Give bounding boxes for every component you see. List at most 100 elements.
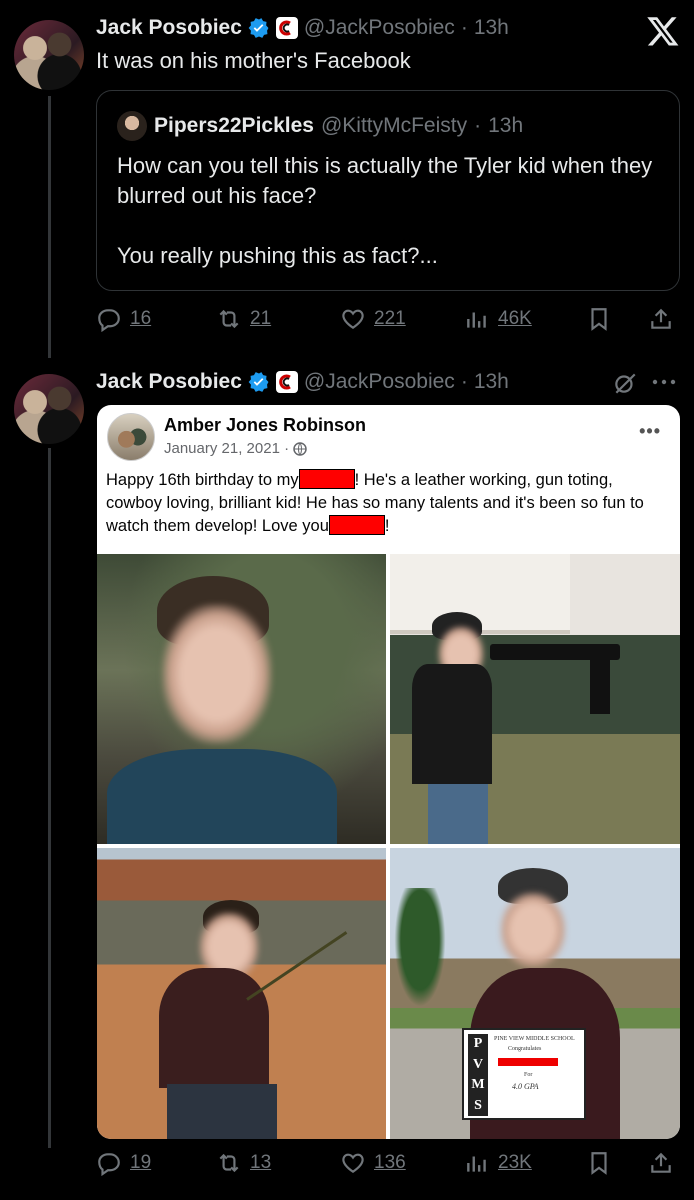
like-count: 221 xyxy=(374,308,406,329)
quote-author-name: Pipers22Pickles xyxy=(154,114,314,137)
reply-icon xyxy=(98,1153,120,1176)
embedded-image[interactable]: Amber Jones Robinson January 21, 2021 · … xyxy=(97,405,680,1139)
post-time[interactable]: 13h xyxy=(474,370,509,394)
thread-line xyxy=(48,96,51,358)
post-text: It was on his mother's Facebook xyxy=(96,48,411,73)
view-count: 46K xyxy=(498,308,532,329)
quoted-post[interactable]: Pipers22Pickles @KittyMcFeisty · 13h How c… xyxy=(96,90,680,291)
redaction-box xyxy=(498,1058,558,1066)
separator: · xyxy=(460,370,468,393)
views-button[interactable]: 46K xyxy=(464,306,532,332)
quote-time: 13h xyxy=(488,114,524,137)
certificate-gpa: 4.0 GPA xyxy=(512,1082,539,1091)
repost-button[interactable]: 13 xyxy=(216,1150,271,1176)
reply-button[interactable]: 16 xyxy=(96,306,151,332)
fb-text-part: Happy 16th birthday to my xyxy=(106,471,299,489)
repost-icon xyxy=(219,1153,239,1173)
author-handle[interactable]: @JackPosobiec xyxy=(304,16,455,40)
quote-line: How can you tell this is actually the Ty… xyxy=(117,153,653,208)
separator: · xyxy=(474,114,482,137)
fb-text-part: ! xyxy=(384,517,390,535)
facebook-avatar xyxy=(107,413,155,461)
views-icon xyxy=(467,312,486,328)
photo-fishing xyxy=(97,848,386,1139)
repost-icon xyxy=(219,309,239,329)
views-icon xyxy=(467,1156,486,1172)
globe-icon xyxy=(293,441,307,456)
action-bar: 19 13 136 23K xyxy=(96,1150,680,1180)
bookmark-button[interactable] xyxy=(586,1150,612,1176)
like-count: 136 xyxy=(374,1152,406,1173)
facebook-author-name: Amber Jones Robinson xyxy=(164,415,367,435)
quote-text: How can you tell this is actually the Ty… xyxy=(117,151,667,271)
facebook-post-text: Happy 16th birthday to my! He's a leathe… xyxy=(106,469,672,538)
repost-count: 13 xyxy=(250,1152,272,1173)
avatar[interactable] xyxy=(14,20,84,90)
reply-button[interactable]: 19 xyxy=(96,1150,151,1176)
blurred-face xyxy=(500,892,566,968)
reply-count: 19 xyxy=(130,1152,152,1173)
like-button[interactable]: 136 xyxy=(340,1150,406,1176)
shirt xyxy=(412,664,492,784)
photo-portrait xyxy=(97,554,386,844)
like-button[interactable]: 221 xyxy=(340,306,406,332)
facebook-more-icon: ••• xyxy=(639,421,661,441)
post-time[interactable]: 13h xyxy=(474,16,509,40)
verified-badge-icon xyxy=(248,372,269,392)
certificate-school: PINE VIEW MIDDLE SCHOOL xyxy=(494,1036,575,1042)
share-icon xyxy=(651,1152,671,1173)
share-icon xyxy=(651,308,671,329)
post-header: Jack Posobiec @JackPosobiec · 13h xyxy=(96,16,509,40)
x-logo-icon[interactable] xyxy=(646,14,680,48)
certificate: P V M S PINE VIEW MIDDLE SCHOOL Congratu… xyxy=(462,1028,586,1120)
cert-letter: S xyxy=(474,1097,482,1113)
more-options-icon[interactable] xyxy=(650,372,678,392)
certificate-letters: P V M S xyxy=(468,1034,488,1116)
affiliation-badge-icon xyxy=(275,17,298,39)
reply-icon xyxy=(98,309,120,332)
reply-count: 16 xyxy=(130,308,152,329)
action-bar: 16 21 221 46K xyxy=(96,306,680,336)
bookmark-icon xyxy=(591,1152,607,1175)
author-name[interactable]: Jack Posobiec xyxy=(96,16,242,40)
grok-icon[interactable] xyxy=(612,370,638,396)
share-button[interactable] xyxy=(648,306,674,332)
share-button[interactable] xyxy=(648,1150,674,1176)
blurred-face xyxy=(162,604,272,744)
certificate-for: For xyxy=(524,1072,533,1078)
bookmark-button[interactable] xyxy=(586,306,612,332)
rifle-magazine xyxy=(590,654,610,714)
redaction-box xyxy=(298,469,355,489)
avatar[interactable] xyxy=(14,374,84,444)
separator: · xyxy=(460,16,468,39)
views-button[interactable]: 23K xyxy=(464,1150,532,1176)
facebook-date-text: January 21, 2021 · xyxy=(164,440,290,457)
cert-letter: M xyxy=(471,1077,485,1093)
cert-letter: P xyxy=(473,1036,483,1052)
photo-outdoors-gun xyxy=(390,554,680,844)
repost-count: 21 xyxy=(250,308,272,329)
quote-line: You really pushing this as fact?... xyxy=(117,243,438,268)
photo-certificate: P V M S PINE VIEW MIDDLE SCHOOL Congratu… xyxy=(390,848,680,1139)
affiliation-badge-icon xyxy=(275,371,298,393)
author-handle[interactable]: @JackPosobiec xyxy=(304,370,455,394)
view-count: 23K xyxy=(498,1152,532,1173)
cert-letter: V xyxy=(472,1056,484,1072)
shirt xyxy=(107,749,337,844)
post-header: Jack Posobiec @JackPosobiec · 13h xyxy=(96,370,509,394)
certificate-congrats: Congratulates xyxy=(508,1046,542,1052)
thread-line xyxy=(48,448,51,1148)
tree xyxy=(390,888,450,1018)
repost-button[interactable]: 21 xyxy=(216,306,271,332)
facebook-date: January 21, 2021 · xyxy=(164,440,307,457)
quote-header: Pipers22Pickles @KittyMcFeisty · 13h xyxy=(117,111,523,141)
heart-icon xyxy=(342,1153,364,1173)
jeans xyxy=(167,1084,277,1139)
jeans xyxy=(428,784,488,844)
verified-badge-icon xyxy=(248,18,269,38)
bookmark-icon xyxy=(591,308,607,331)
fishing-rod xyxy=(246,931,348,1001)
quote-avatar xyxy=(117,111,147,141)
author-name[interactable]: Jack Posobiec xyxy=(96,370,242,394)
redaction-box xyxy=(328,515,385,535)
